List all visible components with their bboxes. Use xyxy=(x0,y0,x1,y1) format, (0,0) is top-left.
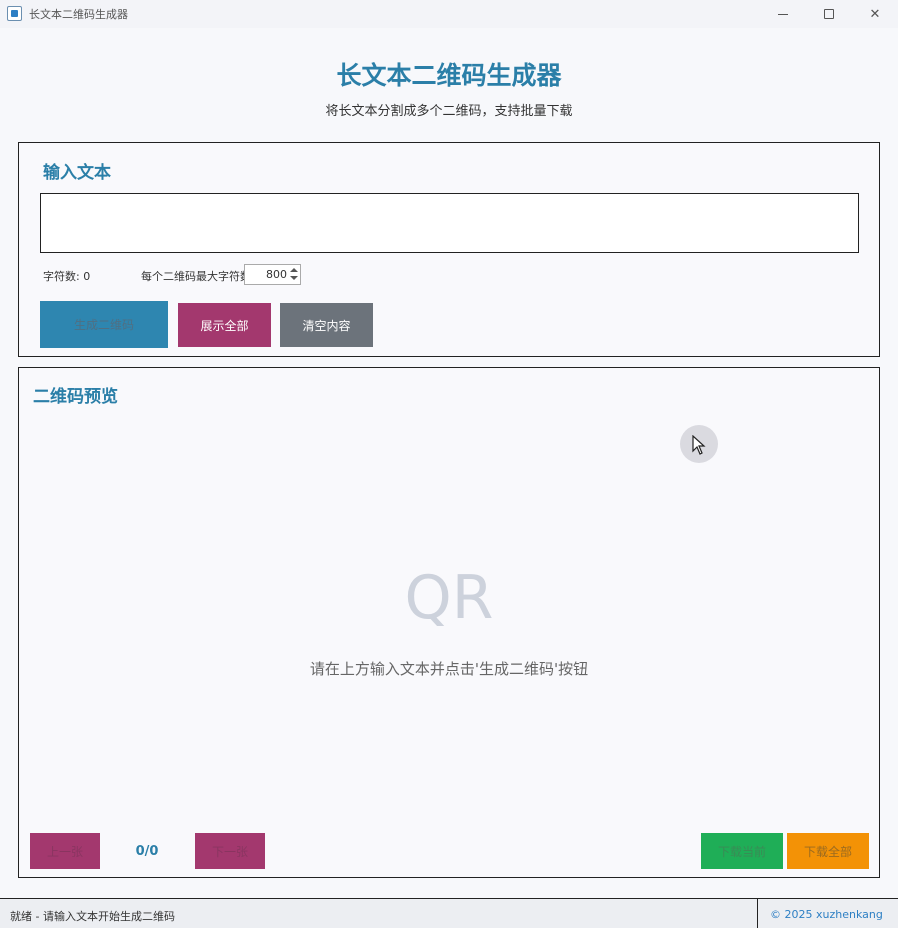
empty-hint: 请在上方输入文本并点击'生成二维码'按钮 xyxy=(309,660,589,678)
spin-up-icon[interactable] xyxy=(290,268,298,272)
copyright-text: © 2025 xuzhenkang xyxy=(770,908,883,921)
input-panel: 输入文本 字符数: 0 每个二维码最大字符数: 800 生成二维码 展示全部 清… xyxy=(18,142,880,357)
maximize-button[interactable] xyxy=(806,0,852,28)
title-bar: 长文本二维码生成器 ✕ xyxy=(0,0,898,28)
text-input[interactable] xyxy=(40,193,859,253)
preview-panel: 二维码预览 QR 请在上方输入文本并点击'生成二维码'按钮 上一张 0/0 下一… xyxy=(18,367,880,878)
minimize-button[interactable] xyxy=(760,0,806,28)
status-text: 就绪 - 请输入文本开始生成二维码 xyxy=(10,910,175,923)
show-all-button[interactable]: 展示全部 xyxy=(178,303,271,347)
input-section-title: 输入文本 xyxy=(43,163,111,183)
app-icon xyxy=(7,6,22,21)
spin-arrows[interactable] xyxy=(288,265,300,284)
generate-button[interactable]: 生成二维码 xyxy=(40,301,168,348)
download-current-button[interactable]: 下载当前 xyxy=(701,833,783,869)
maximize-icon xyxy=(824,9,834,19)
prev-button[interactable]: 上一张 xyxy=(30,833,100,869)
preview-section-title: 二维码预览 xyxy=(33,387,118,407)
page-title: 长文本二维码生成器 xyxy=(336,61,562,90)
close-icon: ✕ xyxy=(869,6,881,22)
minimize-icon xyxy=(778,13,788,15)
cursor-arrow-icon xyxy=(692,435,706,455)
next-button[interactable]: 下一张 xyxy=(195,833,265,869)
max-chars-spinbox[interactable]: 800 xyxy=(244,264,301,285)
max-chars-label: 每个二维码最大字符数: xyxy=(141,270,255,283)
clear-button[interactable]: 清空内容 xyxy=(280,303,373,347)
max-chars-value[interactable]: 800 xyxy=(245,268,287,281)
status-left: 就绪 - 请输入文本开始生成二维码 xyxy=(0,899,758,928)
page-subtitle: 将长文本分割成多个二维码，支持批量下载 xyxy=(325,104,573,119)
spin-down-icon[interactable] xyxy=(290,276,298,280)
char-count: 字符数: 0 xyxy=(43,270,91,283)
window-title: 长文本二维码生成器 xyxy=(29,8,128,21)
status-bar: 就绪 - 请输入文本开始生成二维码 © 2025 xuzhenkang xyxy=(0,898,898,928)
qr-placeholder-icon: QR xyxy=(404,563,494,633)
close-button[interactable]: ✕ xyxy=(852,0,898,28)
page-indicator: 0/0 xyxy=(135,844,159,859)
mouse-cursor xyxy=(680,425,718,463)
download-all-button[interactable]: 下载全部 xyxy=(787,833,869,869)
